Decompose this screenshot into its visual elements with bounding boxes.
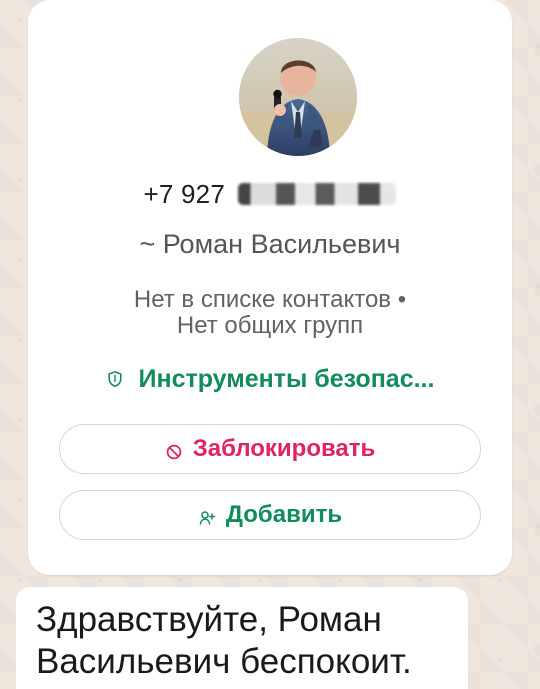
display-name: ~ Роман Васильевич (139, 229, 401, 259)
security-tools-label: Инструменты безопас... (138, 365, 435, 393)
message-line-1: Здравствуйте, Роман (36, 600, 382, 639)
contact-card: +7 927 ~ Роман Васильевич Нет в списке к… (28, 0, 512, 575)
block-button[interactable]: Заблокировать (59, 424, 481, 474)
phone-redaction (238, 183, 397, 205)
add-contact-label: Добавить (225, 501, 343, 528)
security-tools-link[interactable]: Инструменты безопас... (28, 365, 512, 394)
shield-icon (106, 366, 124, 388)
add-contact-button[interactable]: Добавить (59, 490, 481, 540)
block-icon (165, 440, 183, 460)
phone-number: +7 927 (28, 179, 512, 210)
block-button-label: Заблокировать (192, 435, 376, 462)
status-line-2: Нет общих групп (176, 312, 364, 339)
message-text: Здравствуйте, Роман Васильевич беспокоит… (36, 599, 456, 683)
incoming-message[interactable]: Здравствуйте, Роман Васильевич беспокоит… (16, 587, 468, 689)
add-contact-icon (198, 506, 216, 525)
avatar[interactable] (239, 38, 357, 156)
phone-prefix: +7 927 (143, 179, 225, 209)
message-line-2: Васильевич беспокоит. (36, 642, 412, 681)
contact-status: Нет в списке контактов • Нет общих групп (28, 287, 512, 339)
status-line-1: Нет в списке контактов • (133, 286, 407, 313)
